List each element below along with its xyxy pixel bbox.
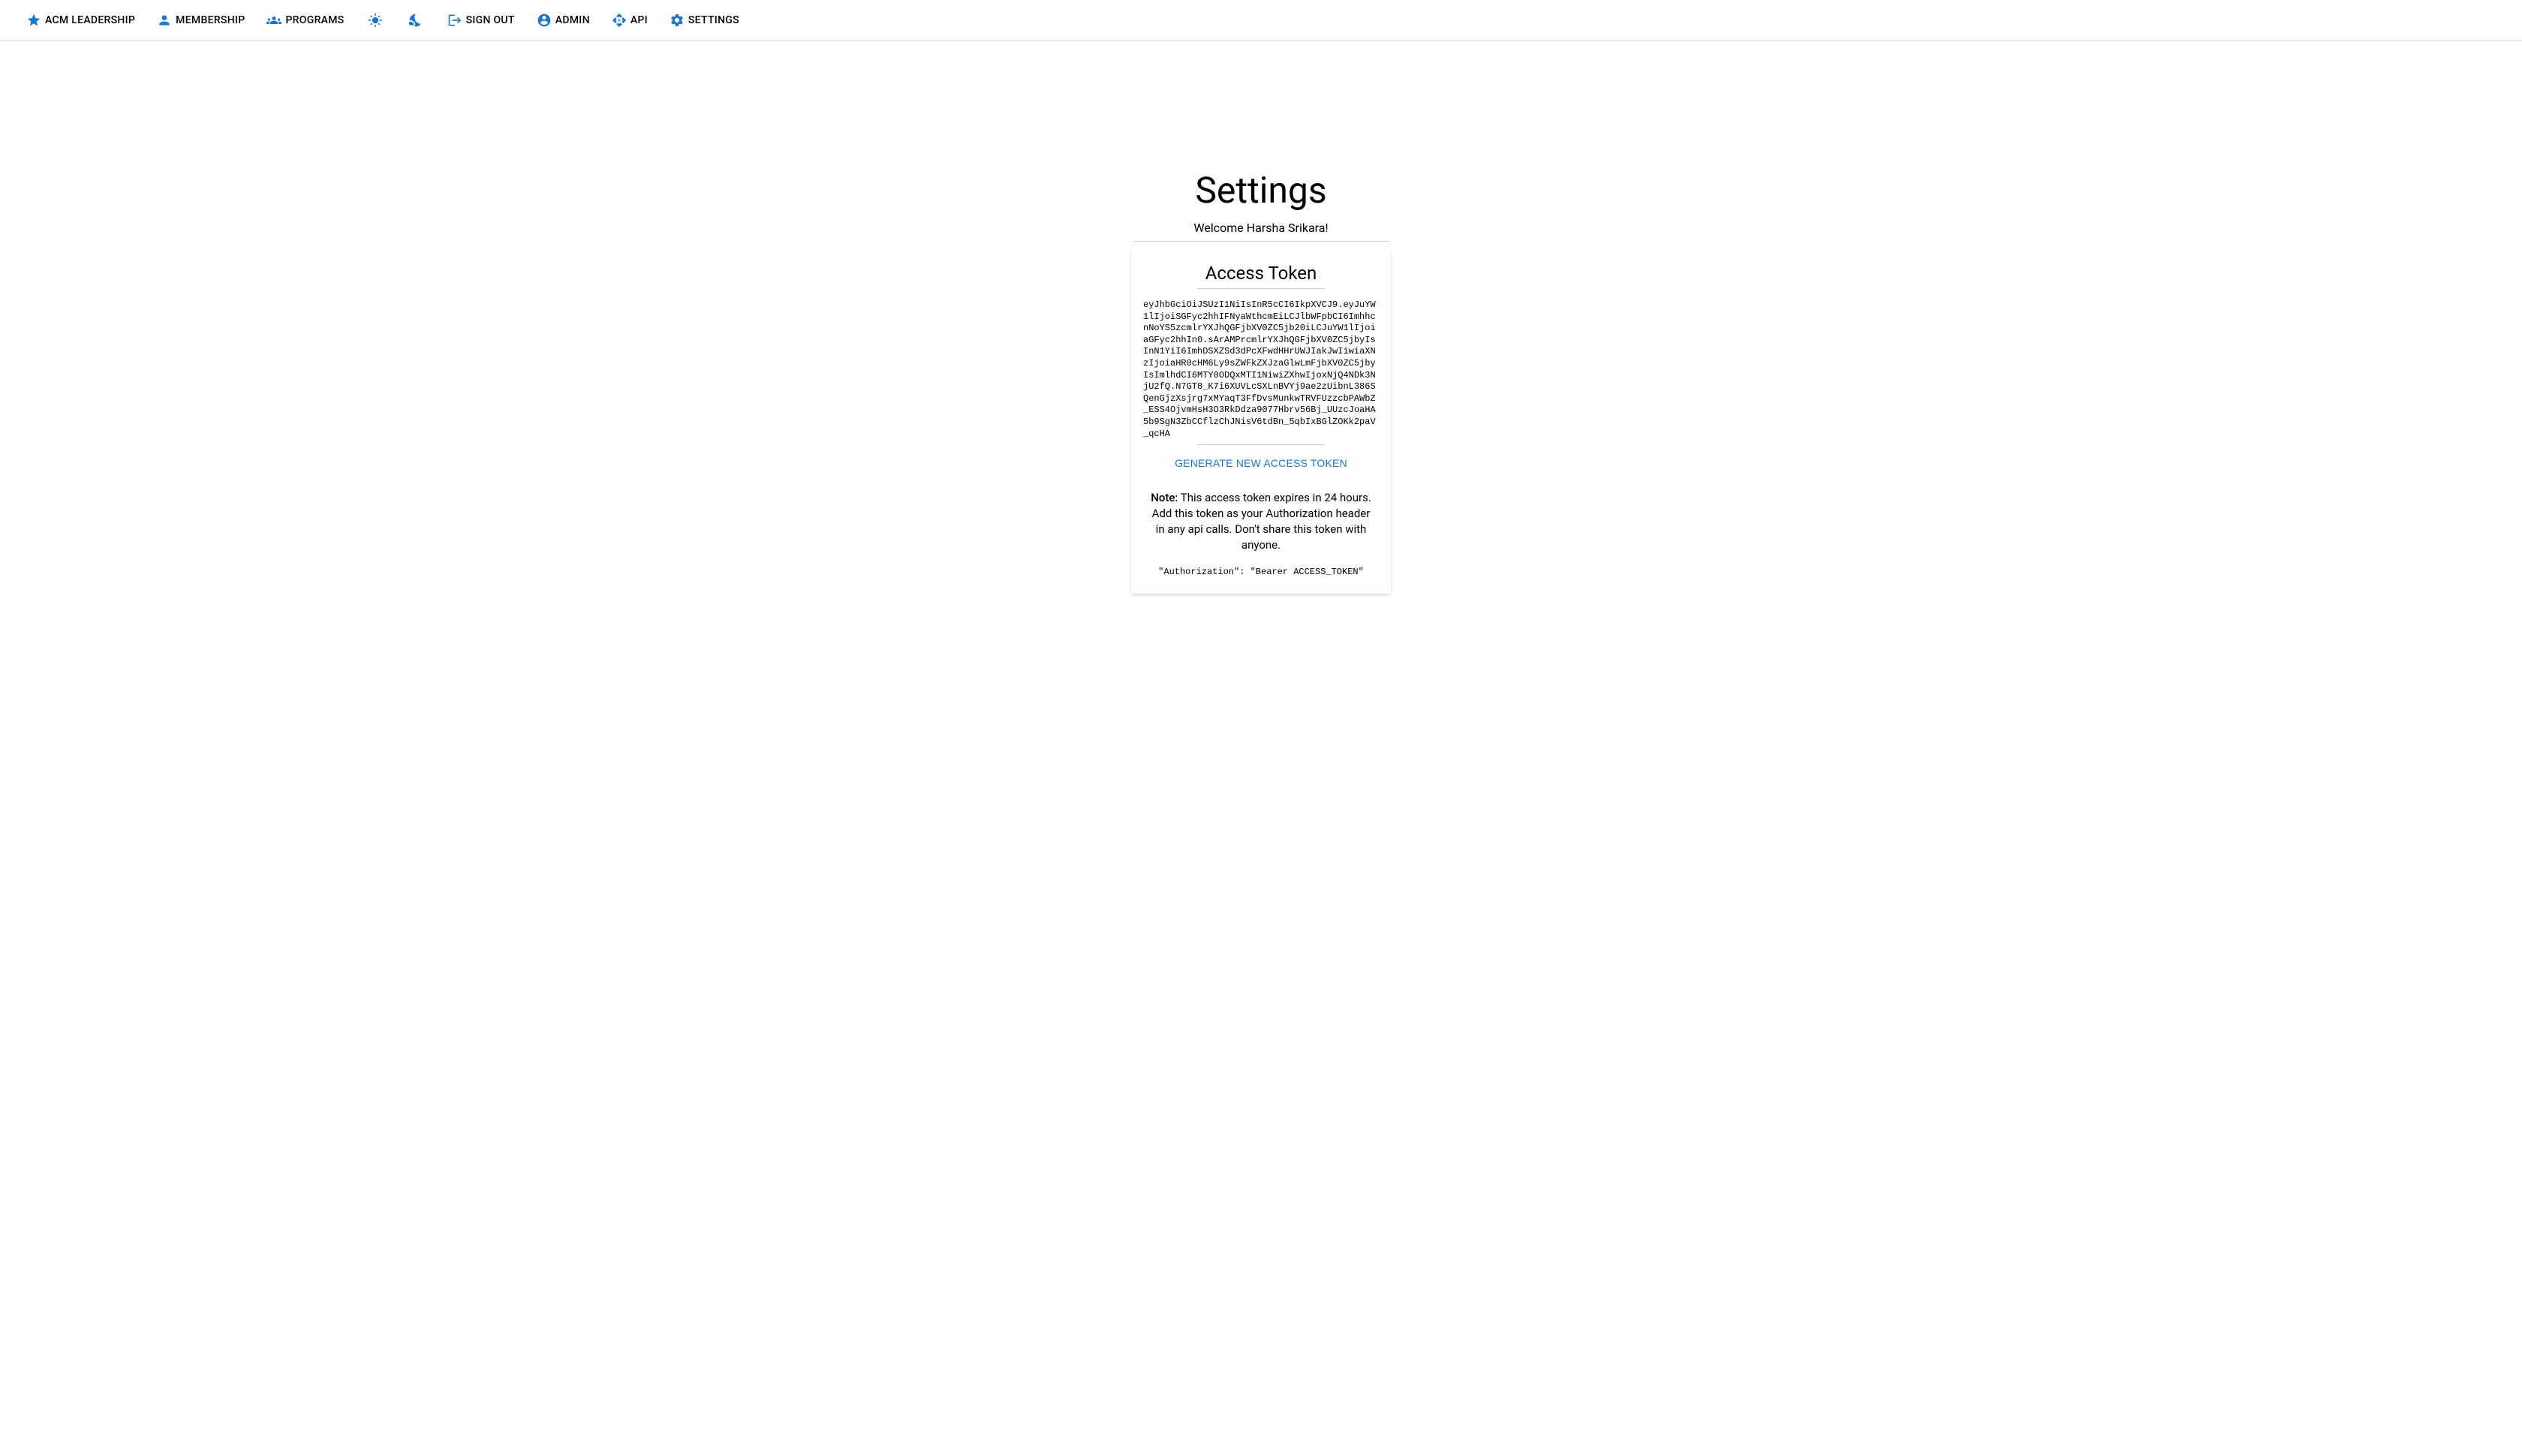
token-note: Note: This access token expires in 24 ho…: [1143, 490, 1379, 553]
nav-label: SIGN OUT: [466, 14, 515, 26]
logout-icon: [447, 12, 463, 29]
person-icon: [156, 12, 173, 29]
note-body: This access token expires in 24 hours. A…: [1152, 491, 1371, 552]
nav-acm-leadership[interactable]: ACM LEADERSHIP: [15, 8, 146, 33]
card-heading: Access Token: [1143, 263, 1379, 284]
divider: [1133, 241, 1389, 242]
access-token-card: Access Token eyJhbGciOiJSUzI1NiIsInR5cCI…: [1131, 249, 1391, 594]
note-label: Note:: [1151, 491, 1178, 504]
nav-dark-mode[interactable]: [396, 8, 436, 33]
moon-icon: [408, 12, 424, 29]
nav-programs[interactable]: PROGRAMS: [255, 8, 354, 33]
page-title: Settings: [1195, 169, 1326, 212]
top-navbar: ACM LEADERSHIP MEMBERSHIP PROGRAMS SIGN …: [0, 0, 2522, 41]
groups-icon: [266, 12, 282, 29]
nav-api[interactable]: API: [600, 8, 658, 33]
nav-label: ADMIN: [555, 14, 590, 26]
nav-label: API: [630, 14, 648, 26]
divider: [1197, 444, 1325, 445]
nav-label: PROGRAMS: [285, 14, 344, 26]
star-icon: [26, 12, 42, 29]
nav-label: MEMBERSHIP: [176, 14, 245, 26]
nav-settings[interactable]: SETTINGS: [658, 8, 750, 33]
main-content: Settings Welcome Harsha Srikara! Access …: [0, 41, 2522, 594]
nav-sign-out[interactable]: SIGN OUT: [436, 8, 525, 33]
welcome-text: Welcome Harsha Srikara!: [1193, 221, 1328, 235]
generate-token-button[interactable]: GENERATE NEW ACCESS TOKEN: [1169, 454, 1353, 472]
divider: [1197, 288, 1325, 289]
nav-admin[interactable]: ADMIN: [525, 8, 600, 33]
auth-header-example: "Authorization": "Bearer ACCESS_TOKEN": [1143, 567, 1379, 577]
gear-icon: [669, 12, 685, 29]
nav-label: SETTINGS: [688, 14, 739, 26]
nav-label: ACM LEADERSHIP: [45, 14, 135, 26]
access-token-value: eyJhbGciOiJSUzI1NiIsInR5cCI6IkpXVCJ9.eyJ…: [1143, 299, 1379, 440]
api-icon: [611, 12, 627, 29]
nav-membership[interactable]: MEMBERSHIP: [146, 8, 255, 33]
admin-icon: [536, 12, 552, 29]
nav-light-mode[interactable]: [355, 8, 396, 33]
sun-icon: [367, 12, 384, 29]
